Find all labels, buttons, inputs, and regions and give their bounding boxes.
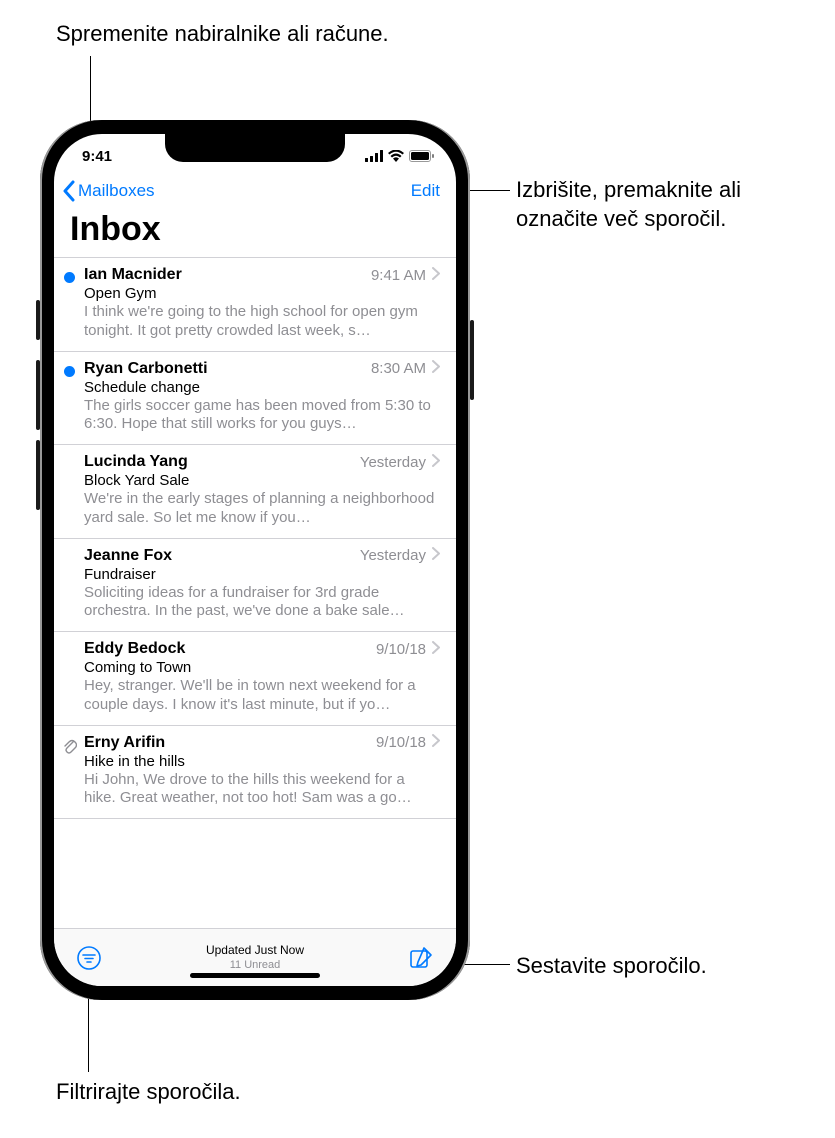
- back-mailboxes-button[interactable]: Mailboxes: [62, 180, 155, 202]
- compose-icon: [408, 945, 434, 971]
- message-subject: Schedule change: [84, 379, 440, 396]
- sender-name: Lucinda Yang: [84, 453, 188, 471]
- chevron-right-icon: [432, 454, 440, 471]
- sender-name: Jeanne Fox: [84, 547, 172, 565]
- message-subject: Coming to Town: [84, 659, 440, 676]
- silent-switch: [36, 300, 40, 340]
- unread-dot-icon: [64, 366, 75, 377]
- notch: [165, 134, 345, 162]
- message-preview: Hey, stranger. We'll be in town next wee…: [84, 677, 440, 715]
- sender-name: Ian Macnider: [84, 266, 182, 284]
- row-meta: Yesterday: [360, 454, 440, 471]
- chevron-right-icon: [432, 641, 440, 658]
- message-time: 9:41 AM: [371, 267, 426, 284]
- chevron-right-icon: [432, 267, 440, 284]
- updated-line: Updated Just Now: [206, 943, 304, 959]
- filter-button[interactable]: [74, 943, 104, 973]
- wifi-icon: [388, 150, 404, 162]
- page-title: Inbox: [54, 206, 456, 257]
- message-row[interactable]: Erny Arifin 9/10/18 Hike in the hillsHi Jo…: [54, 726, 456, 820]
- message-subject: Fundraiser: [84, 566, 440, 583]
- message-preview: I think we're going to the high school f…: [84, 303, 440, 341]
- filter-icon: [76, 945, 102, 971]
- row-meta: Yesterday: [360, 547, 440, 564]
- message-subject: Block Yard Sale: [84, 472, 440, 489]
- chevron-right-icon: [432, 547, 440, 564]
- back-label: Mailboxes: [78, 181, 155, 201]
- screen: 9:41 Mailboxes Edit Inbox Ian Macnider 9:…: [54, 134, 456, 986]
- nav-bar: Mailboxes Edit: [54, 178, 456, 206]
- sender-name: Erny Arifin: [84, 734, 165, 752]
- unread-dot-icon: [64, 272, 75, 283]
- status-icons: [365, 150, 434, 162]
- message-list[interactable]: Ian Macnider 9:41 AMOpen GymI think we're…: [54, 257, 456, 928]
- message-time: 9/10/18: [376, 734, 426, 751]
- message-preview: The girls soccer game has been moved fro…: [84, 397, 440, 435]
- sender-name: Ryan Carbonetti: [84, 360, 208, 378]
- home-indicator[interactable]: [190, 973, 320, 978]
- cellular-icon: [365, 150, 383, 162]
- compose-button[interactable]: [406, 943, 436, 973]
- message-row[interactable]: Lucinda Yang YesterdayBlock Yard SaleWe'r…: [54, 445, 456, 539]
- message-preview: We're in the early stages of planning a …: [84, 490, 440, 528]
- side-button: [470, 320, 474, 400]
- row-header: Lucinda Yang Yesterday: [84, 453, 440, 471]
- message-row[interactable]: Ian Macnider 9:41 AMOpen GymI think we're…: [54, 257, 456, 352]
- chevron-left-icon: [62, 180, 76, 202]
- message-row[interactable]: Ryan Carbonetti 8:30 AM Schedule changeThe…: [54, 352, 456, 446]
- phone-frame: 9:41 Mailboxes Edit Inbox Ian Macnider 9:…: [40, 120, 470, 1000]
- message-preview: Hi John, We drove to the hills this week…: [84, 771, 440, 809]
- callout-change-mailboxes: Spremenite nabiralnike ali račune.: [56, 20, 389, 49]
- message-preview: Soliciting ideas for a fundraiser for 3r…: [84, 584, 440, 622]
- row-header: Jeanne Fox Yesterday: [84, 547, 440, 565]
- message-row[interactable]: Jeanne Fox Yesterday FundraiserSoliciting …: [54, 539, 456, 633]
- message-time: 9/10/18: [376, 641, 426, 658]
- edit-button[interactable]: Edit: [411, 181, 440, 201]
- message-subject: Hike in the hills: [84, 753, 440, 770]
- callout-compose: Sestavite sporočilo.: [516, 952, 707, 981]
- message-time: Yesterday: [360, 454, 426, 471]
- sender-name: Eddy Bedock: [84, 640, 185, 658]
- callout-edit: Izbrišite, premaknite ali označite več s…: [516, 176, 816, 233]
- row-meta: 8:30 AM: [371, 360, 440, 377]
- status-time: 9:41: [82, 148, 112, 165]
- volume-up: [36, 360, 40, 430]
- row-header: Erny Arifin 9/10/18: [84, 734, 440, 752]
- row-header: Ryan Carbonetti 8:30 AM: [84, 360, 440, 378]
- battery-icon: [409, 150, 434, 162]
- message-subject: Open Gym: [84, 285, 440, 302]
- unread-count: 11 Unread: [206, 958, 304, 972]
- message-time: Yesterday: [360, 547, 426, 564]
- row-header: Eddy Bedock 9/10/18: [84, 640, 440, 658]
- volume-down: [36, 440, 40, 510]
- row-meta: 9/10/18: [376, 641, 440, 658]
- chevron-right-icon: [432, 734, 440, 751]
- callout-filter: Filtrirajte sporočila.: [56, 1078, 241, 1107]
- attachment-icon: [62, 738, 77, 759]
- toolbar-status: Updated Just Now 11 Unread: [206, 943, 304, 973]
- chevron-right-icon: [432, 360, 440, 377]
- message-row[interactable]: Eddy Bedock 9/10/18Coming to TownHey, str…: [54, 632, 456, 726]
- row-meta: 9:41 AM: [371, 267, 440, 284]
- row-meta: 9/10/18: [376, 734, 440, 751]
- message-time: 8:30 AM: [371, 360, 426, 377]
- row-header: Ian Macnider 9:41 AM: [84, 266, 440, 284]
